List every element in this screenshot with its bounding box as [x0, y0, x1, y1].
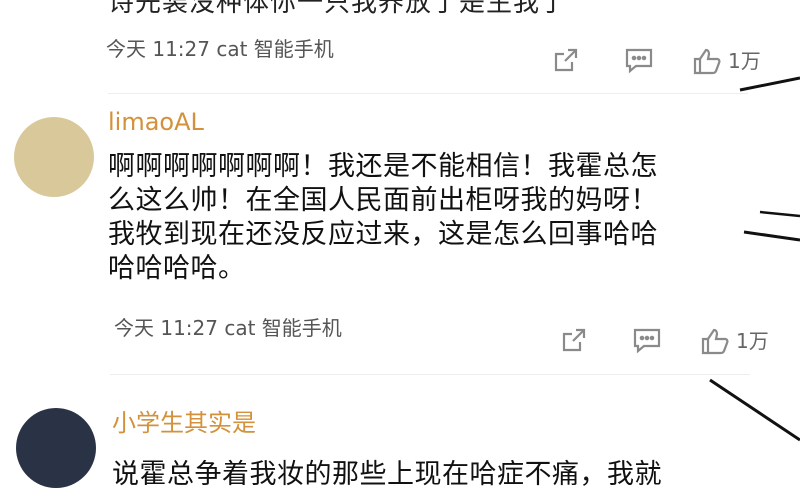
reply-icon[interactable] — [624, 46, 653, 74]
avatar[interactable] — [14, 117, 94, 197]
comment-line: 说霍总争着我妆的那些上现在哈症不痛，我就 — [112, 459, 662, 490]
comment-line: 啊啊啊啊啊啊啊！我还是不能相信！我霍总怎 — [108, 151, 658, 182]
comment-line: 我牧到现在还没反应过来，这是怎么回事哈哈 — [108, 219, 658, 250]
divider — [110, 374, 750, 375]
reply-icon[interactable] — [632, 326, 661, 354]
share-icon[interactable] — [560, 326, 588, 354]
username[interactable]: limaoAL — [108, 108, 204, 136]
comment-timestamp: 今天 11:27 cat 智能手机 — [106, 37, 334, 61]
speed-lines-decoration — [709, 76, 800, 442]
comment-line: 哈哈哈哈。 — [108, 253, 246, 284]
username[interactable]: 小学生其实是 — [112, 403, 256, 438]
comment-text-partial: 诗先装没种体你一只我养放了是生我了 — [108, 0, 568, 18]
comment-text: 啊啊啊啊啊啊啊！我还是不能相信！我霍总怎 么这么帅！在全国人民面前出柜呀我的妈呀… — [108, 150, 658, 286]
share-icon[interactable] — [552, 46, 580, 74]
comment-timestamp: 今天 11:27 cat 智能手机 — [114, 316, 342, 340]
divider — [108, 93, 748, 94]
avatar[interactable] — [16, 408, 96, 488]
comment-text-partial: 说霍总争着我妆的那些上现在哈症不痛，我就 — [112, 458, 662, 492]
comment-line: 么这么帅！在全国人民面前出柜呀我的妈呀！ — [108, 185, 658, 216]
